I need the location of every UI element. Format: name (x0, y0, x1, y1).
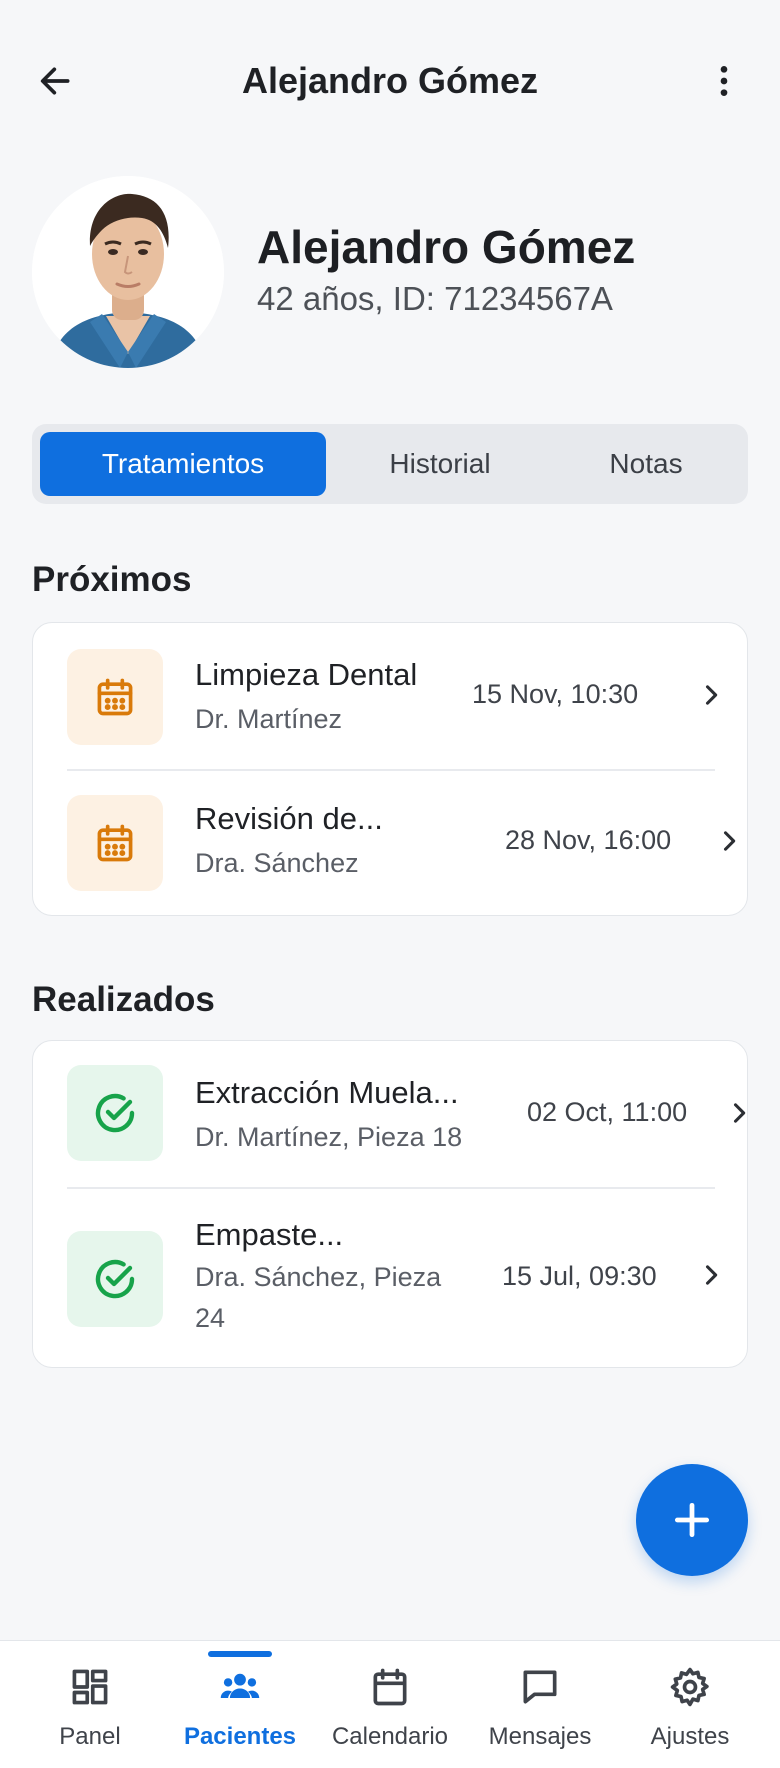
calendar-icon (67, 795, 163, 891)
section-title-completed: Realizados (32, 980, 215, 1019)
page-title: Alejandro Gómez (241, 60, 539, 101)
item-subtitle: Dr. Martínez, Pieza 18 (195, 1122, 463, 1152)
message-icon (523, 1670, 557, 1704)
nav-label: Ajustes (650, 1723, 730, 1750)
nav-label: Panel (59, 1723, 121, 1750)
tab-notas[interactable]: Notas (552, 432, 740, 496)
item-date: 15 Nov, 10:30 (472, 679, 639, 709)
nav-item-mensajes[interactable]: Mensajes (475, 1641, 605, 1768)
upcoming-card: Limpieza Dental Dr. Martínez 15 Nov, 10:… (32, 622, 748, 916)
avatar (32, 176, 224, 368)
dashboard-icon (72, 1669, 108, 1705)
nav-item-panel[interactable]: Panel (40, 1641, 140, 1768)
item-title: Extracción Muela... (195, 1075, 459, 1110)
item-title: Revisión de... (195, 801, 383, 836)
item-date: 28 Nov, 16:00 (505, 825, 672, 855)
item-date: 15 Jul, 09:30 (502, 1261, 657, 1291)
nav-item-pacientes[interactable]: Pacientes (170, 1641, 310, 1768)
nav-label: Mensajes (488, 1723, 592, 1750)
check-circle-icon (67, 1065, 163, 1161)
bottom-navigation: Panel Pacientes Calendario Mensajes Ajus… (0, 1640, 780, 1768)
patients-icon (220, 1673, 260, 1698)
nav-item-ajustes[interactable]: Ajustes (630, 1641, 750, 1768)
add-treatment-button[interactable] (636, 1464, 748, 1576)
section-title-upcoming: Próximos (32, 560, 192, 599)
item-title: Empaste... (195, 1217, 344, 1252)
patient-meta: 42 años, ID: 71234567A (257, 280, 613, 317)
nav-label: Calendario (331, 1723, 449, 1750)
plus-icon (674, 1502, 710, 1538)
list-item[interactable]: Extracción Muela... Dr. Martínez, Pieza … (33, 1041, 747, 1187)
check-circle-icon (67, 1231, 163, 1327)
item-subtitle: Dr. Martínez (195, 704, 343, 734)
avatar-photo (32, 176, 224, 368)
completed-card: Extracción Muela... Dr. Martínez, Pieza … (32, 1040, 748, 1368)
patient-detail-screen: Alejandro Gómez Alejandro Gómez 42 años,… (0, 0, 780, 1768)
chevron-right-icon (723, 831, 736, 851)
calendar-icon (373, 1668, 407, 1706)
item-subtitle: Dra. Sánchez (195, 848, 359, 878)
more-options-button[interactable] (698, 55, 750, 107)
item-date: 02 Oct, 11:00 (527, 1097, 688, 1127)
item-subtitle: Dra. Sánchez, Pieza 24 (195, 1262, 442, 1333)
settings-icon (670, 1667, 709, 1707)
patient-profile: Alejandro Gómez 42 años, ID: 71234567A (32, 176, 748, 372)
top-app-bar: Alejandro Gómez (0, 40, 780, 120)
calendar-icon (67, 649, 163, 745)
tab-historial[interactable]: Historial (332, 432, 548, 496)
active-indicator (208, 1651, 272, 1657)
chevron-right-icon (705, 1265, 718, 1285)
chevron-right-icon (705, 685, 718, 705)
segmented-tabs: Tratamientos Historial Notas (32, 424, 748, 504)
patient-name: Alejandro Gómez (257, 221, 636, 273)
chevron-right-icon (733, 1103, 746, 1123)
nav-label: Pacientes (183, 1723, 297, 1750)
list-item[interactable]: Revisión de... Dra. Sánchez 28 Nov, 16:0… (33, 771, 747, 915)
nav-item-calendario[interactable]: Calendario (320, 1641, 460, 1768)
item-title: Limpieza Dental (195, 657, 418, 692)
list-item[interactable]: Limpieza Dental Dr. Martínez 15 Nov, 10:… (33, 623, 747, 769)
list-item[interactable]: Empaste... Dra. Sánchez, Pieza 24 15 Jul… (33, 1189, 747, 1367)
more-vertical-icon (720, 66, 728, 96)
tab-tratamientos[interactable]: Tratamientos (40, 432, 326, 496)
